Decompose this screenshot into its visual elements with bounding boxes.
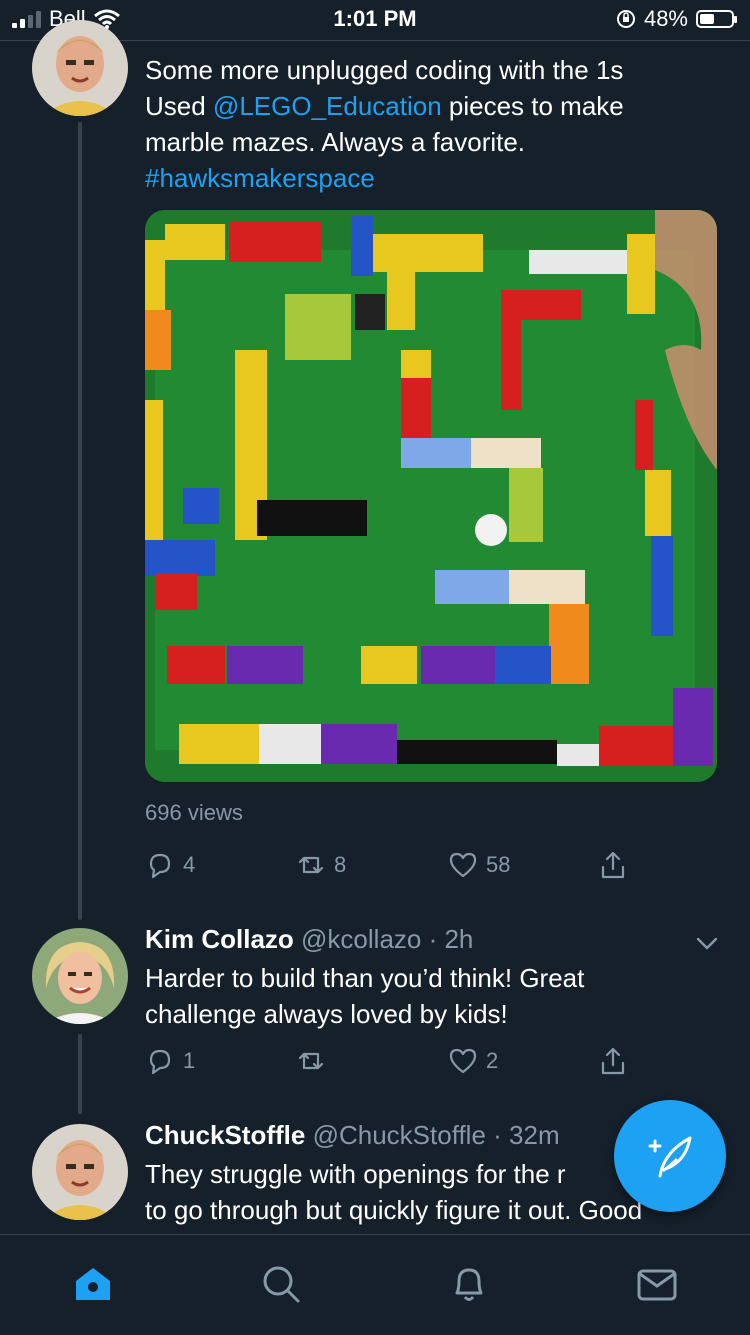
compose-tweet-button[interactable] [614, 1100, 726, 1212]
user-name[interactable]: Kim Collazo [145, 924, 294, 954]
reply-2-text: They struggle with openings for the r to… [145, 1159, 643, 1225]
share-button[interactable] [598, 1046, 628, 1076]
share-button[interactable] [598, 850, 628, 880]
orientation-lock-icon [616, 10, 635, 28]
heart-icon [449, 1048, 477, 1074]
hashtag-link[interactable]: #hawksmakerspace [145, 163, 375, 193]
retweet-icon [298, 856, 324, 874]
tweet-time: · 32m [493, 1120, 560, 1150]
battery-percent: 48% [643, 6, 688, 31]
like-button[interactable]: 58 [448, 850, 510, 880]
notifications-icon[interactable] [448, 1263, 490, 1305]
home-icon[interactable] [72, 1263, 114, 1305]
reply-1-header: Kim Collazo @kcollazo · 2h [145, 924, 473, 955]
tweet-line-3: marble mazes. Always a favorite. [145, 127, 526, 157]
thread-line [78, 122, 82, 920]
tweet-text: Some more unplugged coding with the 1s U… [145, 52, 624, 196]
like-count: 2 [486, 1048, 499, 1073]
reply-button[interactable]: 1 [145, 1046, 195, 1076]
mention-link[interactable]: @LEGO_Education [213, 91, 442, 121]
like-button[interactable]: 2 [448, 1046, 498, 1076]
reply-icon [149, 853, 171, 879]
like-count: 58 [486, 852, 511, 877]
tweet-after-mention: pieces to make [441, 91, 624, 121]
view-count: 696 views [145, 800, 243, 825]
tweet-line-1: Some more unplugged coding with the 1s [145, 55, 624, 85]
avatar-kcollazo[interactable] [32, 928, 128, 1024]
messages-icon[interactable] [636, 1263, 678, 1305]
share-icon [601, 851, 625, 879]
user-name[interactable]: ChuckStoffle [145, 1120, 305, 1150]
reply-1-text: Harder to build than you’d think! Great … [145, 963, 585, 1029]
user-handle: @ChuckStoffle [312, 1120, 486, 1150]
tweet-used: Used [145, 91, 213, 121]
retweet-button[interactable]: 8 [296, 850, 346, 880]
chevron-down-icon[interactable] [694, 930, 720, 956]
tweet-media-image[interactable] [145, 210, 717, 782]
retweet-button[interactable] [296, 1046, 334, 1076]
reply-count: 4 [183, 852, 196, 877]
user-handle: @kcollazo [301, 924, 422, 954]
retweet-count: 8 [334, 852, 347, 877]
share-icon [601, 1047, 625, 1075]
avatar-chuckstoffle[interactable] [32, 20, 128, 116]
reply-count: 1 [183, 1048, 196, 1073]
tab-bar [0, 1234, 750, 1335]
lego-maze-photo [145, 210, 717, 782]
tweet-time: · 2h [428, 924, 474, 954]
avatar-chuckstoffle[interactable] [32, 1124, 128, 1220]
reply-button[interactable]: 4 [145, 850, 195, 880]
reply-2-header: ChuckStoffle @ChuckStoffle · 32m [145, 1120, 560, 1151]
battery-icon [696, 10, 737, 28]
retweet-icon [298, 1052, 324, 1070]
reply-icon [149, 1049, 171, 1075]
compose-feather-icon [648, 1136, 692, 1178]
thread-line [78, 1034, 82, 1114]
search-icon[interactable] [260, 1263, 302, 1305]
heart-icon [449, 852, 477, 878]
